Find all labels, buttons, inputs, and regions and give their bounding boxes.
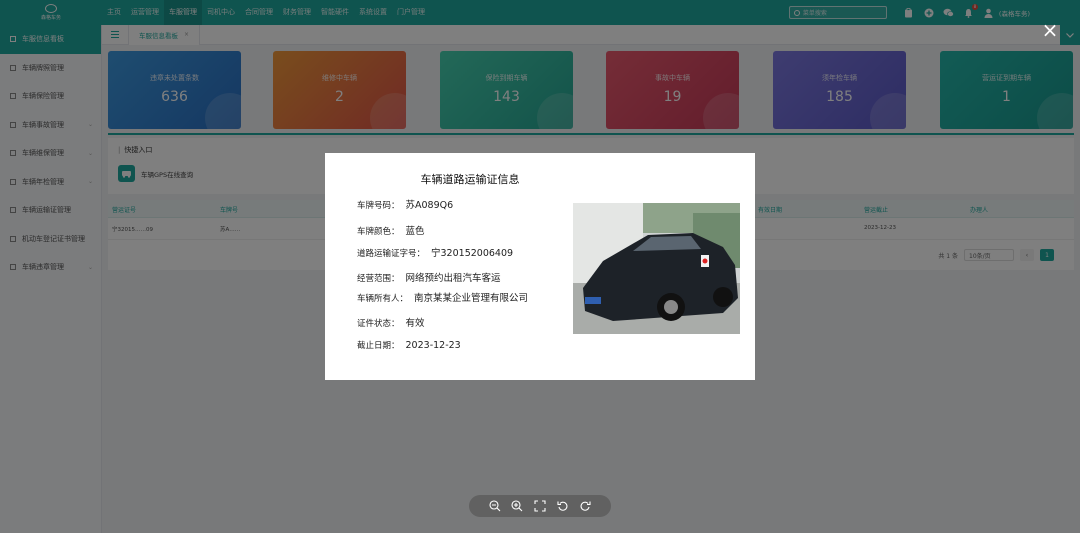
vehicle-photo <box>573 203 740 334</box>
field-value: 蓝色 <box>405 226 425 237</box>
transport-certificate-image: 车辆道路运输证信息 车牌号码： 苏A089Q6 车牌颜色： 蓝色道路运输证字号： 宁32… <box>325 153 755 380</box>
rotate-right-icon[interactable] <box>578 499 592 513</box>
field-label: 经营范围： <box>357 274 400 284</box>
rotate-left-icon[interactable] <box>556 499 570 513</box>
certificate-field: 道路运输证字号： 宁320152006409 <box>357 245 513 259</box>
certificate-field: 截止日期： 2023-12-23 <box>357 339 461 351</box>
certificate-field: 车牌号码： 苏A089Q6 <box>357 197 453 211</box>
field-label: 道路运输证字号： <box>357 249 426 259</box>
close-viewer-icon[interactable]: × <box>1040 20 1060 40</box>
field-label: 车牌颜色： <box>357 227 400 237</box>
zoom-in-icon[interactable] <box>510 499 524 513</box>
certificate-field: 车牌颜色： 蓝色 <box>357 223 425 237</box>
field-value: 2023-12-23 <box>405 340 461 351</box>
field-value: 网络预约出租汽车客运 <box>405 273 501 284</box>
field-value: 南京某某企业管理有限公司 <box>414 293 529 304</box>
field-label: 证件状态： <box>357 319 400 329</box>
field-label: 截止日期： <box>357 341 400 351</box>
field-label: 车牌号码： <box>357 201 400 211</box>
field-label: 车辆所有人： <box>357 294 409 304</box>
image-viewer-toolbar <box>469 495 611 517</box>
certificate-field: 证件状态： 有效 <box>357 315 425 329</box>
certificate-field: 车辆所有人： 南京某某企业管理有限公司 <box>357 290 528 304</box>
field-value: 宁320152006409 <box>431 248 514 259</box>
zoom-out-icon[interactable] <box>488 499 502 513</box>
certificate-title: 车辆道路运输证信息 <box>420 173 520 186</box>
field-value: 有效 <box>405 318 425 329</box>
fit-screen-icon[interactable] <box>533 499 547 513</box>
field-value: 苏A089Q6 <box>405 200 454 211</box>
certificate-field: 经营范围： 网络预约出租汽车客运 <box>357 270 501 284</box>
